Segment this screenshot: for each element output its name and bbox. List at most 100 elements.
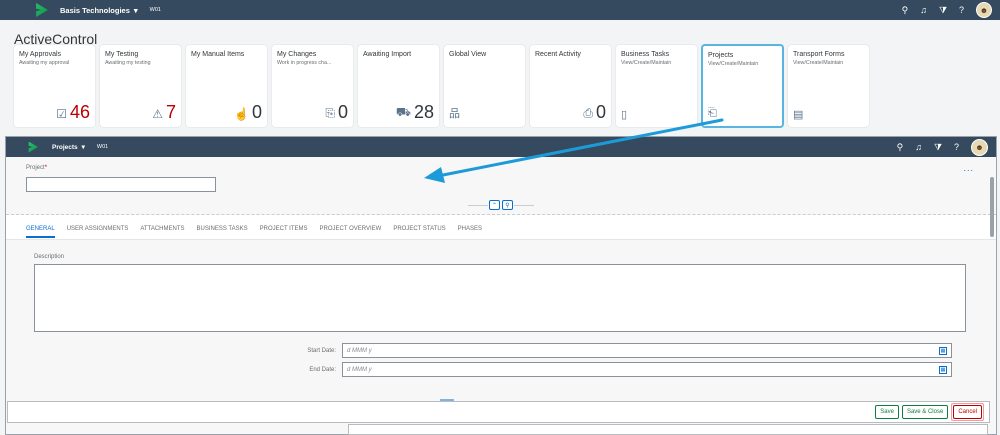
tile-global-view[interactable]: Global View 品	[444, 45, 525, 127]
truck-icon: ⛟	[395, 105, 411, 119]
search-icon[interactable]: ⚲	[897, 142, 904, 153]
avatar[interactable]: ☻	[976, 2, 992, 18]
pin-header-icon[interactable]: ⚲	[502, 200, 513, 210]
tile-title: Business Tasks	[621, 51, 670, 58]
calendar-icon[interactable]: ▦	[939, 346, 947, 355]
avatar[interactable]: ☻	[971, 138, 988, 156]
divider	[468, 204, 488, 206]
chevron-down-icon: ▾	[81, 144, 85, 151]
tile-my-changes[interactable]: My Changes Work in progress cha... ⎘ 0	[272, 45, 353, 127]
tile-my-manual-items[interactable]: My Manual Items ☝ 0	[186, 45, 267, 127]
app-shellbar: Projects ▾ W01 ⚲ ♫ ⧩ ? ☻	[6, 137, 996, 157]
tile-business-tasks[interactable]: Business Tasks View/Create/Maintain ▯	[616, 45, 697, 127]
tile-title: Recent Activity	[535, 51, 581, 58]
tile-title: My Manual Items	[191, 51, 245, 58]
shell-title-menu[interactable]: Basis Technologies ▾	[60, 6, 138, 15]
footer-toolbar: Save Save & Close Cancel	[7, 401, 990, 423]
tab-project-items[interactable]: PROJECT ITEMS	[260, 226, 308, 238]
tile-transport-forms[interactable]: Transport Forms View/Create/Maintain ▤	[788, 45, 869, 127]
collapse-header-icon[interactable]: ⌃	[489, 200, 500, 210]
end-date-input[interactable]: d MMM y ▦	[342, 362, 952, 377]
tile-awaiting-import[interactable]: Awaiting Import ⛟ 28	[358, 45, 439, 127]
tile-title: Global View	[449, 51, 487, 58]
tile-count: 0	[337, 102, 348, 122]
calendar-icon[interactable]: ▦	[939, 365, 947, 374]
tile-group: My Approvals Awaiting my approval ☑ 46 M…	[14, 45, 869, 127]
tile-count: 28	[413, 102, 434, 122]
tile-subtitle: Awaiting my approval	[19, 60, 70, 66]
tile-title: Projects	[708, 52, 734, 59]
project-label-text: Project	[26, 165, 45, 171]
required-marker: *	[44, 165, 48, 171]
tab-project-overview[interactable]: PROJECT OVERVIEW	[320, 226, 382, 238]
filter-icon[interactable]: ⧩	[934, 142, 942, 153]
system-id: W01	[149, 7, 161, 13]
tile-title: My Testing	[105, 51, 139, 58]
start-date-label: Start Date:	[307, 347, 336, 354]
shell-title: Basis Technologies	[60, 5, 130, 15]
save-close-button[interactable]: Save & Close	[901, 405, 949, 419]
more-icon[interactable]: ...	[963, 163, 974, 173]
tab-bar: GENERAL USER ASSIGNMENTS ATTACHMENTS BUS…	[26, 226, 482, 238]
hierarchy-icon: 品	[449, 108, 460, 120]
tab-project-status[interactable]: PROJECT STATUS	[393, 226, 445, 238]
projects-app-window: Projects ▾ W01 ⚲ ♫ ⧩ ? ☻ Project* ... ⌃ …	[5, 136, 997, 435]
start-date-placeholder: d MMM y	[347, 347, 372, 354]
tile-count: 7	[165, 102, 176, 122]
search-icon[interactable]: ⚲	[902, 5, 909, 16]
hand-icon: ☝	[234, 107, 249, 121]
tile-my-testing[interactable]: My Testing Awaiting my testing ⚠ 7	[100, 45, 181, 127]
tile-count: 0	[251, 102, 262, 122]
help-icon[interactable]: ?	[954, 142, 959, 152]
tile-subtitle: Awaiting my testing	[105, 60, 151, 66]
basis-logo-icon[interactable]	[36, 3, 48, 17]
save-button[interactable]: Save	[875, 405, 899, 419]
tile-projects[interactable]: Projects View/Create/Maintain ⎗	[702, 45, 783, 127]
approval-icon: ☑	[56, 107, 67, 121]
project-label: Project*	[26, 165, 47, 171]
tile-recent-activity[interactable]: Recent Activity ⎙ 0	[530, 45, 611, 127]
cancel-button[interactable]: Cancel	[953, 405, 982, 419]
help-icon[interactable]: ?	[959, 5, 964, 15]
header-toggle: ⌃ ⚲	[6, 200, 996, 210]
tab-general[interactable]: GENERAL	[26, 226, 55, 238]
cancel-highlight: Cancel	[951, 403, 984, 421]
project-icon: ⎗	[708, 107, 717, 119]
description-textarea[interactable]	[34, 264, 966, 332]
tab-business-tasks[interactable]: BUSINESS TASKS	[196, 226, 247, 238]
tile-count: 0	[595, 102, 606, 122]
form-icon: ▤	[793, 109, 804, 121]
end-date-placeholder: d MMM y	[347, 366, 372, 373]
tile-title: Transport Forms	[793, 51, 845, 58]
tile-subtitle: View/Create/Maintain	[708, 61, 759, 67]
tile-title: My Changes	[277, 51, 317, 58]
launchpad-shellbar: Basis Technologies ▾ W01 ⚲ ♫ ⧩ ? ☻	[0, 0, 1000, 20]
notification-bell-icon[interactable]: ♫	[920, 5, 927, 15]
tile-subtitle: View/Create/Maintain	[793, 60, 844, 66]
activity-icon: ⎙	[583, 106, 593, 120]
basis-logo-icon[interactable]	[28, 141, 38, 153]
filter-icon[interactable]: ⧩	[939, 5, 947, 16]
system-id: W01	[96, 144, 109, 150]
document-icon: ▯	[621, 109, 628, 121]
tab-attachments[interactable]: ATTACHMENTS	[140, 226, 184, 238]
chevron-down-icon: ▾	[133, 5, 138, 15]
end-date-label: End Date:	[309, 366, 336, 373]
testing-icon: ⚠	[152, 107, 163, 121]
partially-hidden-input	[348, 424, 988, 435]
start-date-input[interactable]: d MMM y ▦	[342, 343, 952, 358]
tile-count: 46	[69, 102, 90, 122]
tile-my-approvals[interactable]: My Approvals Awaiting my approval ☑ 46	[14, 45, 95, 127]
app-title: Projects	[52, 143, 78, 151]
project-input[interactable]	[26, 177, 216, 192]
app-title-menu[interactable]: Projects ▾	[52, 143, 85, 152]
tile-subtitle: View/Create/Maintain	[621, 60, 672, 66]
divider	[514, 204, 534, 206]
start-date-row: Start Date: d MMM y ▦	[6, 343, 952, 358]
tile-subtitle: Work in progress cha...	[277, 60, 332, 66]
tab-user-assignments[interactable]: USER ASSIGNMENTS	[67, 226, 129, 238]
tab-phases[interactable]: PHASES	[458, 226, 482, 238]
notification-bell-icon[interactable]: ♫	[915, 142, 922, 152]
end-date-row: End Date: d MMM y ▦	[6, 362, 952, 377]
description-label: Description	[34, 254, 65, 260]
